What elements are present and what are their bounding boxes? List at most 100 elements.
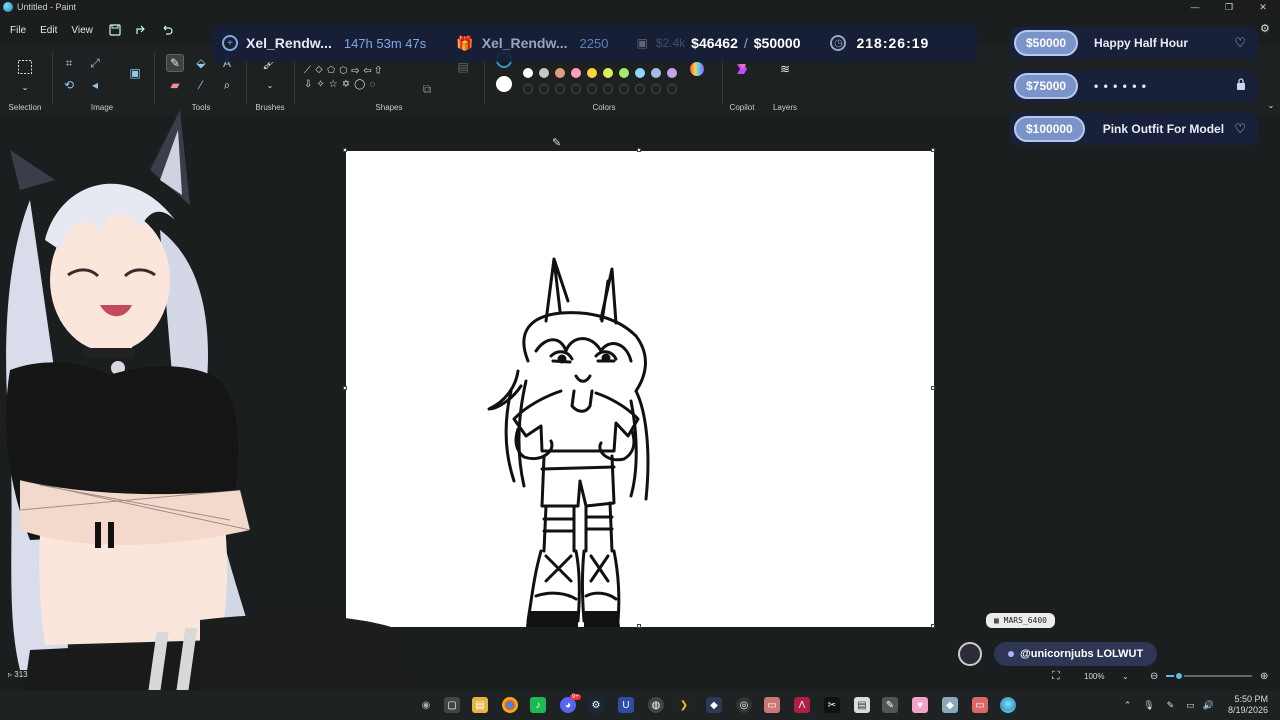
bitwarden-icon[interactable]: U [618, 697, 634, 713]
chrome-icon[interactable] [502, 697, 518, 713]
palette-swatch[interactable] [523, 68, 533, 78]
star5-shape-icon[interactable]: ☆ [329, 79, 342, 90]
crop-icon[interactable]: ⌗ [60, 54, 78, 72]
palette-swatch[interactable] [539, 68, 549, 78]
task-view-icon[interactable]: ▢ [444, 697, 460, 713]
pen-tray-icon[interactable]: ✎ [1167, 700, 1175, 711]
microphone-icon[interactable]: 🎙 [1143, 700, 1154, 711]
diamond-shape-icon[interactable]: ◇ [315, 65, 327, 76]
custom-color-slot[interactable] [667, 84, 677, 94]
zoom-in-icon[interactable]: ⊕ [1260, 671, 1268, 682]
zoom-level[interactable]: 100% [1084, 672, 1104, 681]
camera-app-icon[interactable]: ◎ [736, 697, 752, 713]
terminal-icon[interactable]: ❯ [676, 697, 692, 713]
maximize-button[interactable]: ❐ [1212, 0, 1246, 14]
hexagon-shape-icon[interactable]: ⬡ [339, 65, 351, 76]
selection-rectangle-icon[interactable] [16, 58, 34, 76]
star4-shape-icon[interactable]: ✧ [316, 79, 328, 90]
canvas-resize-handle[interactable] [931, 624, 935, 628]
zoom-dropdown-icon[interactable]: ⌄ [1122, 672, 1129, 681]
eraser-icon[interactable]: ▰ [166, 76, 184, 94]
notepad-icon[interactable]: ▤ [854, 697, 870, 713]
custom-color-slot[interactable] [587, 84, 597, 94]
canvas-resize-handle[interactable] [931, 148, 935, 152]
affinity-icon[interactable]: Λ [794, 697, 810, 713]
palette-swatch[interactable] [587, 68, 597, 78]
vtube-studio-icon[interactable]: ♥ [912, 697, 928, 713]
zoom-slider-knob[interactable] [1173, 671, 1184, 681]
arrow-up-shape-icon[interactable]: ⇧ [375, 65, 385, 76]
flip-icon[interactable]: ◂ [86, 76, 104, 94]
custom-color-slot[interactable] [555, 84, 565, 94]
rotate-icon[interactable]: ⟲ [60, 76, 78, 94]
line-shape-icon[interactable]: ⟋ [304, 65, 315, 76]
custom-color-slot[interactable] [571, 84, 581, 94]
display-icon[interactable]: ▭ [1186, 700, 1195, 711]
volume-icon[interactable]: 🔊 [1203, 700, 1214, 711]
custom-color-slot[interactable] [619, 84, 629, 94]
close-button[interactable]: ✕ [1246, 0, 1280, 14]
arrow-right-shape-icon[interactable]: ⇨ [351, 65, 363, 76]
undo-icon[interactable] [159, 22, 175, 38]
edit-colors-icon[interactable] [688, 60, 706, 78]
palette-swatch[interactable] [571, 68, 581, 78]
share-icon[interactable] [133, 22, 149, 38]
clip-studio-icon[interactable]: ◆ [942, 697, 958, 713]
palette-swatch[interactable] [635, 68, 645, 78]
canvas-resize-handle[interactable] [637, 148, 641, 152]
minimize-button[interactable]: — [1178, 0, 1212, 14]
tablet-driver-icon[interactable]: ✎ [882, 697, 898, 713]
selection-dropdown-icon[interactable]: ⌄ [16, 78, 34, 96]
fill-bucket-icon[interactable]: ⬙ [192, 54, 210, 72]
save-icon[interactable] [107, 22, 123, 38]
arrow-left-shape-icon[interactable]: ⇦ [363, 65, 375, 76]
palette-swatch[interactable] [555, 68, 565, 78]
canvas-resize-handle[interactable] [931, 386, 935, 390]
palette-swatch[interactable] [619, 68, 629, 78]
streamdeck-icon[interactable]: ▭ [972, 697, 988, 713]
shape-outline-icon[interactable]: ⧉ [418, 80, 436, 98]
custom-color-slot[interactable] [651, 84, 661, 94]
drawing-canvas[interactable] [346, 151, 934, 627]
color-picker-icon[interactable]: ⁄ [192, 76, 210, 94]
menu-view[interactable]: View [71, 25, 93, 36]
obs-icon[interactable]: ◍ [648, 697, 664, 713]
copilot-icon[interactable] [733, 60, 751, 78]
canvas-resize-handle[interactable] [637, 624, 641, 628]
ribbon-collapse-icon[interactable]: ⌄ [1262, 96, 1280, 114]
brush-dropdown-icon[interactable]: ⌄ [261, 76, 279, 94]
pentagon-shape-icon[interactable]: ⬠ [327, 65, 339, 76]
resize-icon[interactable]: ⤢ [86, 54, 104, 72]
callout-round-icon[interactable]: ◯ [354, 79, 369, 90]
arrow-down-shape-icon[interactable]: ⇩ [304, 79, 316, 90]
menu-file[interactable]: File [10, 25, 26, 36]
settings-icon[interactable]: ⚙ [1260, 22, 1270, 35]
audio-app-icon[interactable]: ♪ [530, 697, 546, 713]
vpn-icon[interactable]: ◆ [706, 697, 722, 713]
steam-icon[interactable]: ⚙ [588, 697, 604, 713]
zoom-out-icon[interactable]: ⊖ [1150, 671, 1158, 682]
palette-swatch[interactable] [667, 68, 677, 78]
callout-cloud-icon[interactable]: ◌ [369, 79, 379, 90]
paint-taskbar-icon[interactable] [1000, 697, 1016, 713]
fit-screen-icon[interactable]: ⛶ [1052, 670, 1060, 683]
shapes-gallery[interactable]: ⟋◇⬠⬡⇨⇦⇧ ⇩✧☆✡◯◌ [304, 64, 385, 92]
capcut-icon[interactable]: ✂ [824, 697, 840, 713]
custom-color-slot[interactable] [539, 84, 549, 94]
menu-edit[interactable]: Edit [40, 25, 57, 36]
widget-icon[interactable]: ◉ [418, 697, 434, 713]
pencil-icon[interactable]: ✎ [166, 54, 184, 72]
layers-icon[interactable]: ≋ [776, 60, 794, 78]
custom-color-slot[interactable] [523, 84, 533, 94]
tray-expand-icon[interactable]: ⌃ [1124, 700, 1132, 711]
taskbar-clock[interactable]: 5:50 PM 8/19/2026 [1228, 694, 1268, 716]
custom-color-slot[interactable] [603, 84, 613, 94]
image-background-icon[interactable]: ▣ [126, 64, 144, 82]
star6-shape-icon[interactable]: ✡ [342, 79, 354, 90]
palette-swatch[interactable] [651, 68, 661, 78]
magnifier-icon[interactable]: ⌕ [218, 76, 236, 94]
file-explorer-icon[interactable]: ▤ [472, 697, 488, 713]
pen-app-icon[interactable]: ▭ [764, 697, 780, 713]
palette-swatch[interactable] [603, 68, 613, 78]
secondary-color-swatch[interactable] [496, 76, 512, 92]
